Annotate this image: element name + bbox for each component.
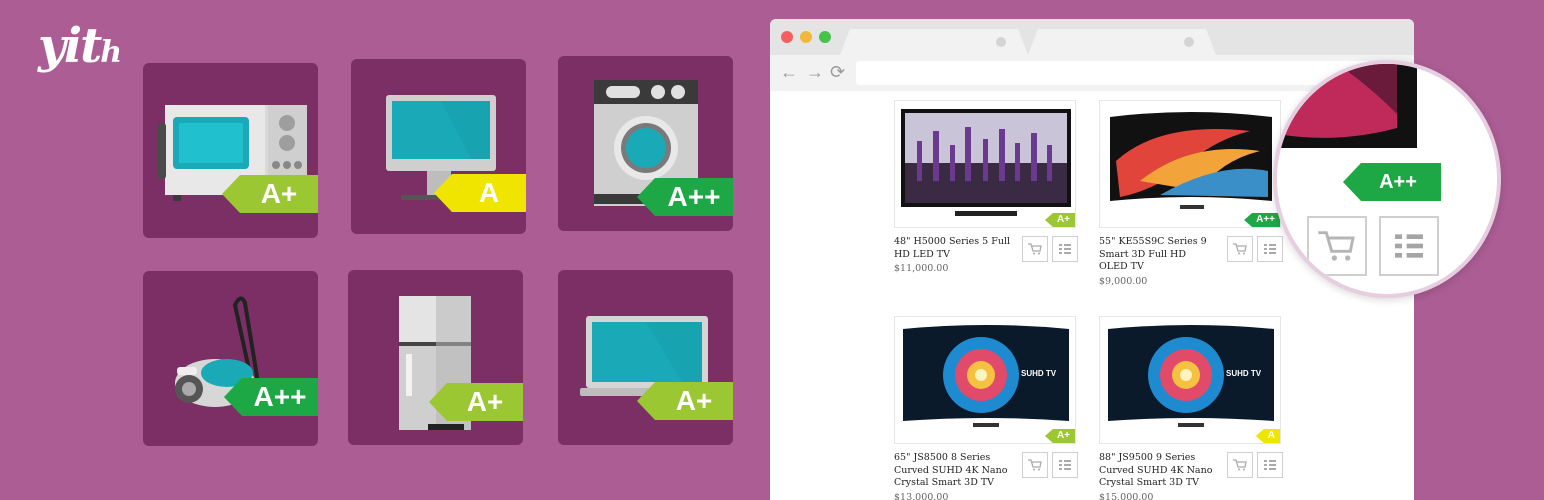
list-icon <box>1264 244 1276 254</box>
appliance-tile-laptop: A+ <box>558 270 733 445</box>
product-image[interactable]: SUHD TV A <box>1099 316 1281 444</box>
appliance-tile-desktop: A <box>351 59 526 234</box>
zoomed-add-to-cart-button[interactable] <box>1307 216 1367 276</box>
product-name[interactable]: 55" KE55S9C Series 9 Smart 3D Full HD OL… <box>1099 236 1217 274</box>
product-card: A++ 55" KE55S9C Series 9 Smart 3D Full H… <box>1099 100 1283 287</box>
appliance-tile-microwave: A+ <box>143 63 318 238</box>
zoomed-details-button[interactable] <box>1379 216 1439 276</box>
energy-rating-label: A <box>434 174 526 212</box>
product-name[interactable]: 65" JS8500 8 Series Curved SUHD 4K Nano … <box>894 452 1012 490</box>
product-price: $11,000.00 <box>894 263 949 274</box>
appliance-tile-refrigerator: A+ <box>348 270 523 445</box>
product-image[interactable]: SUHD TV A+ <box>894 316 1076 444</box>
cart-icon <box>1233 243 1247 255</box>
product-name[interactable]: 48" H5000 Series 5 Full HD LED TV <box>894 236 1012 261</box>
add-to-cart-button[interactable] <box>1022 236 1048 262</box>
cart-icon <box>1233 459 1247 471</box>
product-price: $13,000.00 <box>894 491 949 500</box>
product-price: $9,000.00 <box>1099 275 1148 287</box>
close-dot[interactable] <box>781 31 793 43</box>
details-button[interactable] <box>1052 236 1078 262</box>
tv-image <box>1110 112 1272 209</box>
appliance-tile-washing-machine: A++ <box>558 56 733 231</box>
maximize-dot[interactable] <box>819 31 831 43</box>
minimize-dot[interactable] <box>800 31 812 43</box>
tv-image <box>901 109 1071 216</box>
vacuum-cleaner-icon <box>175 296 263 407</box>
reload-icon[interactable]: ⟳ <box>830 61 845 83</box>
browser-tab-active[interactable] <box>840 29 1028 55</box>
cart-icon <box>1318 231 1355 261</box>
energy-rating-label: A+ <box>222 175 318 213</box>
product-info: 55" KE55S9C Series 9 Smart 3D Full HD OL… <box>1099 236 1217 288</box>
forward-icon[interactable]: → <box>806 61 824 83</box>
list-icon <box>1264 460 1276 470</box>
browser-tab[interactable] <box>1028 29 1216 55</box>
energy-rating-label: A++ <box>224 378 318 416</box>
energy-rating-label: A+ <box>429 383 523 421</box>
yith-logo: yith <box>38 22 122 70</box>
logo-text-small: h <box>100 35 122 70</box>
product-image[interactable]: A++ <box>1099 100 1281 228</box>
product-price: $15,000.00 <box>1099 491 1154 500</box>
tv-image <box>903 325 1069 427</box>
cart-icon <box>1028 243 1042 255</box>
appliance-tile-vacuum: A++ <box>143 271 318 446</box>
energy-rating-label: A++ <box>637 178 733 216</box>
zoomed-energy-rating-label: A++ <box>1343 163 1441 201</box>
list-icon <box>1059 460 1071 470</box>
add-to-cart-button[interactable] <box>1227 452 1253 478</box>
tv-brand-text: SUHD TV <box>1226 369 1262 378</box>
product-card: A+ 48" H5000 Series 5 Full HD LED TV $11… <box>894 100 1078 274</box>
product-card: SUHD TV A+ 65" JS8500 8 Series Curved SU… <box>894 316 1078 500</box>
add-to-cart-button[interactable] <box>1227 236 1253 262</box>
back-icon[interactable]: ← <box>780 61 798 83</box>
cart-icon <box>1028 459 1042 471</box>
details-button[interactable] <box>1052 452 1078 478</box>
logo-text: yit <box>38 18 102 74</box>
product-info: 48" H5000 Series 5 Full HD LED TV $11,00… <box>894 236 1012 276</box>
tv-brand-text: SUHD TV <box>1021 369 1057 378</box>
product-name[interactable]: 88" JS9500 9 Series Curved SUHD 4K Nano … <box>1099 452 1217 490</box>
energy-rating-label: A+ <box>637 382 733 420</box>
add-to-cart-button[interactable] <box>1022 452 1048 478</box>
zoom-magnifier: A++ <box>1273 60 1501 298</box>
product-info: 65" JS8500 8 Series Curved SUHD 4K Nano … <box>894 452 1012 500</box>
list-icon <box>1395 234 1423 258</box>
details-button[interactable] <box>1257 452 1283 478</box>
product-card: SUHD TV A 88" JS9500 9 Series Curved SUH… <box>1099 316 1283 500</box>
tv-image <box>1108 325 1274 427</box>
zoomed-tv-corner <box>1277 64 1417 148</box>
product-image[interactable]: A+ <box>894 100 1076 228</box>
product-info: 88" JS9500 9 Series Curved SUHD 4K Nano … <box>1099 452 1217 500</box>
list-icon <box>1059 244 1071 254</box>
details-button[interactable] <box>1257 236 1283 262</box>
